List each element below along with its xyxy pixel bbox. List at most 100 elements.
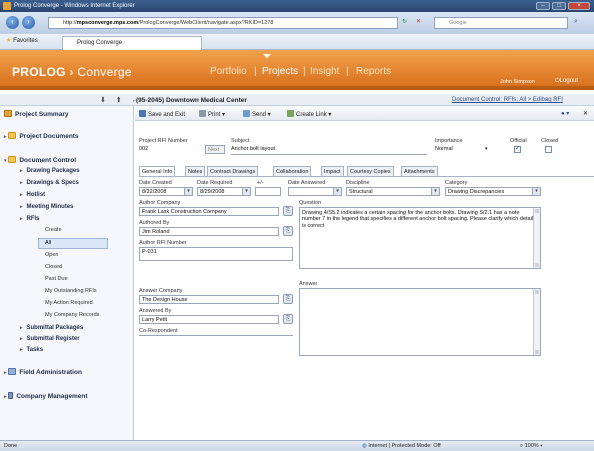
print-button[interactable]: Print ▾: [199, 110, 225, 118]
back-icon[interactable]: ‹: [6, 16, 19, 29]
sidebar-rfi-closed[interactable]: Closed: [45, 264, 62, 270]
author-company-field[interactable]: Frank Lask Construction Company: [139, 207, 279, 216]
category-select[interactable]: Drawing Discrepancies ▾: [445, 187, 541, 196]
chevron-down-icon[interactable]: ▾: [532, 188, 540, 195]
sidebar-rfi-create[interactable]: Create: [45, 227, 62, 233]
zoom-level: 100%: [524, 443, 539, 449]
question-scrollbar[interactable]: [533, 208, 540, 268]
browser-tab[interactable]: Prolog Converge: [62, 36, 202, 50]
help-icon[interactable]: ● ▾: [561, 110, 569, 117]
collapse-icon: ▾: [4, 158, 7, 164]
author-company-label: Author Company: [139, 200, 181, 206]
subject-underline: [231, 154, 427, 155]
forward-icon[interactable]: ›: [22, 16, 35, 29]
author-company-lookup-icon[interactable]: ⎘: [283, 206, 293, 216]
save-and-exit-label: Save and Exit: [148, 112, 186, 118]
sidebar-rfi-my-outstanding[interactable]: My Outstanding RFIs: [45, 288, 97, 294]
send-button[interactable]: Send ▾: [243, 110, 271, 118]
sidebar-item-label: Company Management: [16, 393, 88, 400]
calendar-dropdown-icon[interactable]: ▾: [333, 188, 341, 195]
importance-dropdown-icon[interactable]: ▾: [485, 146, 488, 152]
sidebar-drawing-packages[interactable]: Drawing Packages: [20, 168, 80, 174]
address-input[interactable]: http://mpsconverge.mps.com/PrologConverg…: [48, 17, 398, 29]
nav-insight[interactable]: Insight: [310, 66, 339, 77]
calendar-dropdown-icon[interactable]: ▾: [242, 188, 250, 195]
tab-contract-drawings[interactable]: Contract Drawings: [207, 166, 259, 176]
rfi-form: Project RFI Number 002 Next Subject Anch…: [135, 122, 594, 440]
closed-label: Closed: [541, 138, 559, 144]
tab-impact[interactable]: Impact: [321, 166, 344, 176]
authored-by-lookup-icon[interactable]: ⎘: [283, 226, 293, 236]
favorites-bar: ★ Favorites Prolog Converge: [0, 34, 594, 50]
nav-separator: |: [346, 66, 349, 77]
date-created-field[interactable]: 8/22/2008 ▾: [139, 187, 193, 196]
calendar-dropdown-icon[interactable]: ▾: [184, 188, 192, 195]
minimize-button[interactable]: –: [536, 2, 550, 10]
discipline-select[interactable]: Structural ▾: [346, 187, 440, 196]
sidebar-meeting-minutes[interactable]: Meeting Minutes: [20, 204, 74, 210]
sidebar-project-summary[interactable]: Project Summary: [4, 110, 68, 118]
close-window-button[interactable]: ×: [568, 2, 590, 10]
zoom-control[interactable]: ⌕ 100% ▾: [520, 443, 543, 450]
sidebar-document-control[interactable]: ▾ Document Control: [4, 156, 76, 164]
sidebar-hotlist[interactable]: Hotlist: [20, 192, 46, 198]
importance-value[interactable]: Normal: [435, 146, 453, 152]
closed-checkbox[interactable]: [545, 146, 552, 153]
breadcrumb[interactable]: Document Control: RFIs: All > Edibag RFI: [452, 97, 563, 103]
answered-by-lookup-icon[interactable]: ⎘: [283, 314, 293, 324]
favorites-button[interactable]: ★ Favorites: [6, 37, 38, 44]
tab-notes[interactable]: Notes: [185, 166, 206, 176]
date-answered-field[interactable]: ▾: [288, 187, 342, 196]
nav-portfolio[interactable]: Portfolio: [210, 66, 247, 77]
search-icon[interactable]: ⌕: [574, 18, 578, 26]
date-required-label: Date Required: [197, 180, 233, 186]
sidebar-submittal-register[interactable]: Submittal Register: [20, 336, 80, 342]
link-icon: [287, 110, 294, 117]
answer-scrollbar[interactable]: [533, 289, 540, 355]
tab-collaboration[interactable]: Collaboration: [273, 166, 312, 176]
answered-by-field[interactable]: Larry Petit: [139, 315, 279, 324]
tab-attachments[interactable]: Attachments: [401, 166, 438, 176]
sidebar-company-management[interactable]: ▸ Company Management: [4, 392, 87, 400]
nav-reports[interactable]: Reports: [356, 66, 391, 77]
author-rfi-number-field[interactable]: P-031: [139, 247, 293, 261]
logo-sep: ›: [69, 65, 74, 79]
date-required-field[interactable]: 8/29/2008 ▾: [197, 187, 251, 196]
tab-underline: [139, 176, 594, 177]
close-form-icon[interactable]: ✕: [583, 110, 588, 117]
logout-link[interactable]: ⏻Logout: [555, 78, 578, 85]
next-button[interactable]: Next: [205, 145, 225, 154]
sidebar-field-administration[interactable]: ▸ Field Administration: [4, 368, 82, 376]
create-link-button[interactable]: Create Link ▾: [287, 110, 331, 118]
sidebar-rfi-past-due[interactable]: Past Due: [45, 276, 68, 282]
save-and-exit-button[interactable]: Save and Exit: [139, 110, 185, 118]
context-bar: ⬇ ⬆ ← (95-2045) Downtown Medical Center …: [0, 94, 594, 106]
sidebar-item-label: Project Documents: [19, 133, 79, 140]
search-input[interactable]: Google: [434, 17, 568, 29]
refresh-icon[interactable]: ↻: [402, 18, 407, 25]
question-textarea[interactable]: Drawing 4/S5.2 indicates a certain spaci…: [299, 207, 541, 269]
maximize-button[interactable]: □: [552, 2, 566, 10]
sidebar-rfi-my-company[interactable]: My Company Records: [45, 312, 99, 318]
sidebar-submittal-packages[interactable]: Submittal Packages: [20, 325, 84, 331]
authored-by-field[interactable]: Jim Roland: [139, 227, 279, 236]
tab-courtesy-copies[interactable]: Courtesy Copies: [347, 166, 394, 176]
sidebar-drawings-specs[interactable]: Drawings & Specs: [20, 180, 79, 186]
discipline-label: Discipline: [346, 180, 370, 186]
answer-company-field[interactable]: The Design House: [139, 295, 279, 304]
sidebar-rfi-all[interactable]: All: [45, 240, 51, 246]
sidebar-rfi-open[interactable]: Open: [45, 252, 58, 258]
answer-textarea[interactable]: [299, 288, 541, 356]
sidebar-tasks[interactable]: Tasks: [20, 347, 44, 353]
sidebar-project-documents[interactable]: ▸ Project Documents: [4, 132, 79, 140]
chevron-down-icon[interactable]: ▾: [431, 188, 439, 195]
nav-projects[interactable]: Projects: [262, 66, 298, 77]
sidebar-rfi-my-action[interactable]: My Action Required: [45, 300, 93, 306]
sidebar-rfis[interactable]: RFIs: [20, 216, 40, 222]
url-host: mpsconverge.mps.com: [76, 20, 139, 26]
official-checkbox[interactable]: ✓: [514, 146, 521, 153]
plus-minus-field[interactable]: [255, 187, 281, 196]
tab-general-info[interactable]: General Info: [139, 166, 176, 176]
answer-company-lookup-icon[interactable]: ⎘: [283, 294, 293, 304]
stop-icon[interactable]: ✕: [416, 18, 421, 25]
